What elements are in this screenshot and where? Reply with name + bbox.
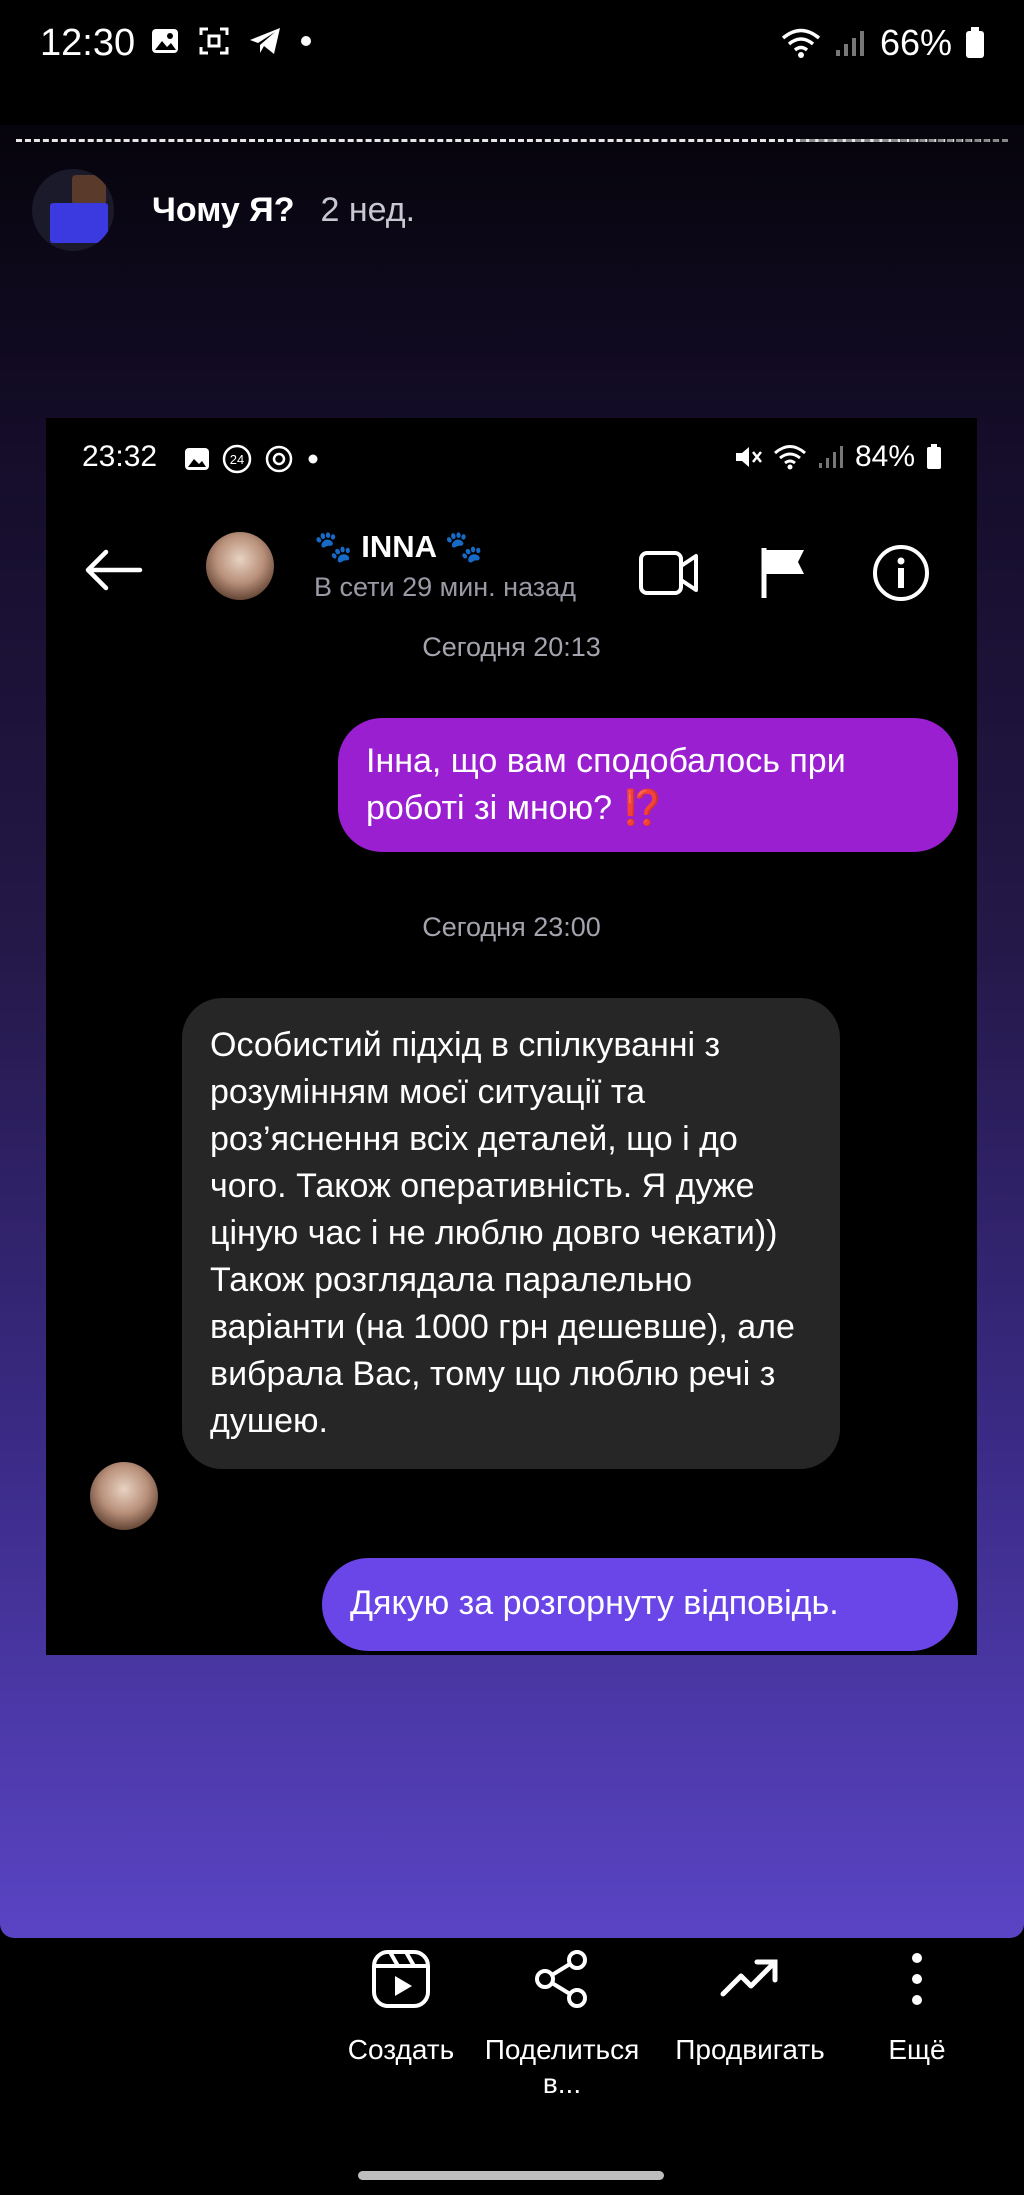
trending-up-icon — [720, 1959, 778, 1997]
create-button[interactable]: Создать — [316, 1935, 486, 2067]
signal-icon — [835, 31, 864, 56]
date-separator: Сегодня 20:13 — [422, 632, 601, 662]
promote-button[interactable]: Продвигать — [665, 1935, 835, 2067]
more-vertical-icon — [912, 1953, 922, 2005]
gallery-icon — [185, 448, 209, 470]
battery-icon — [966, 27, 984, 58]
contact-avatar[interactable] — [206, 532, 274, 600]
contact-last-seen: В сети 29 мин. назад — [314, 572, 576, 602]
status-time: 12:30 — [40, 22, 136, 64]
screenshot-icon — [199, 27, 229, 55]
incoming-message: Особистий підхід в спілкуванні з розумін… — [182, 998, 840, 1469]
story-title: Чому Я? — [152, 190, 295, 229]
svg-text:24: 24 — [230, 452, 244, 467]
status-bar: 12:30 66% — [0, 0, 1024, 90]
story-progress-remaining — [800, 139, 1008, 142]
promote-label: Продвигать — [675, 2034, 825, 2065]
battery-percent: 66% — [879, 22, 952, 63]
home-indicator[interactable] — [358, 2171, 664, 2180]
back-arrow-icon[interactable] — [84, 548, 144, 592]
wifi-icon — [773, 445, 806, 470]
status-notification-icons — [150, 26, 312, 56]
wifi-icon — [781, 28, 821, 58]
reels-create-icon — [372, 1950, 430, 2008]
telegram-icon — [250, 28, 280, 54]
more-button[interactable]: Ещё — [832, 1935, 1002, 2067]
gallery-icon — [152, 29, 178, 53]
mute-icon — [735, 447, 762, 467]
story-avatar[interactable] — [32, 169, 114, 251]
inner-status-right: 84% — [733, 440, 943, 474]
battery-icon — [927, 444, 941, 469]
story-header: Чому Я? 2 нед. — [32, 165, 415, 255]
dot-icon — [308, 454, 318, 464]
share-button[interactable]: Поделиться в... — [477, 1935, 647, 2101]
inner-status-time: 23:32 — [82, 440, 158, 473]
date-separator: Сегодня 23:00 — [422, 912, 601, 942]
sync-icon — [265, 445, 293, 473]
story-age: 2 нед. — [320, 190, 416, 229]
chat-header: 🐾 INNA 🐾 В сети 29 мин. назад — [46, 510, 977, 610]
outgoing-message: Дякую за розгорнуту відповідь. — [322, 1558, 958, 1651]
inner-battery-percent: 84% — [854, 440, 915, 473]
flag-icon[interactable] — [758, 544, 808, 600]
inner-status-icons: 24 — [184, 444, 320, 474]
more-label: Ещё — [888, 2034, 946, 2065]
story-actions-bar: Создать Поделиться в... Продвигать Ещё — [0, 1935, 1024, 2115]
info-icon[interactable] — [872, 544, 930, 602]
outgoing-message: Інна, що вам сподобалось при роботі зі м… — [338, 718, 958, 852]
share-label: Поделиться в... — [484, 2034, 640, 2099]
video-call-icon[interactable] — [638, 548, 700, 598]
create-label: Создать — [347, 2034, 455, 2065]
share-icon — [535, 1950, 587, 2008]
sender-avatar — [90, 1462, 158, 1530]
chat-screenshot: 23:32 24 84% 🐾 INNA 🐾 В сети 29 мин. наз… — [46, 418, 977, 1655]
outgoing-message-text: Інна, що вам сподобалось при роботі зі м… — [366, 742, 846, 827]
badge-24-icon: 24 — [222, 444, 252, 474]
exclamation-question-icon: ⁉️ — [621, 789, 664, 827]
contact-name[interactable]: 🐾 INNA 🐾 — [314, 528, 483, 565]
dot-icon — [301, 36, 311, 46]
signal-icon — [818, 446, 843, 468]
status-right-icons: 66% — [780, 22, 986, 64]
